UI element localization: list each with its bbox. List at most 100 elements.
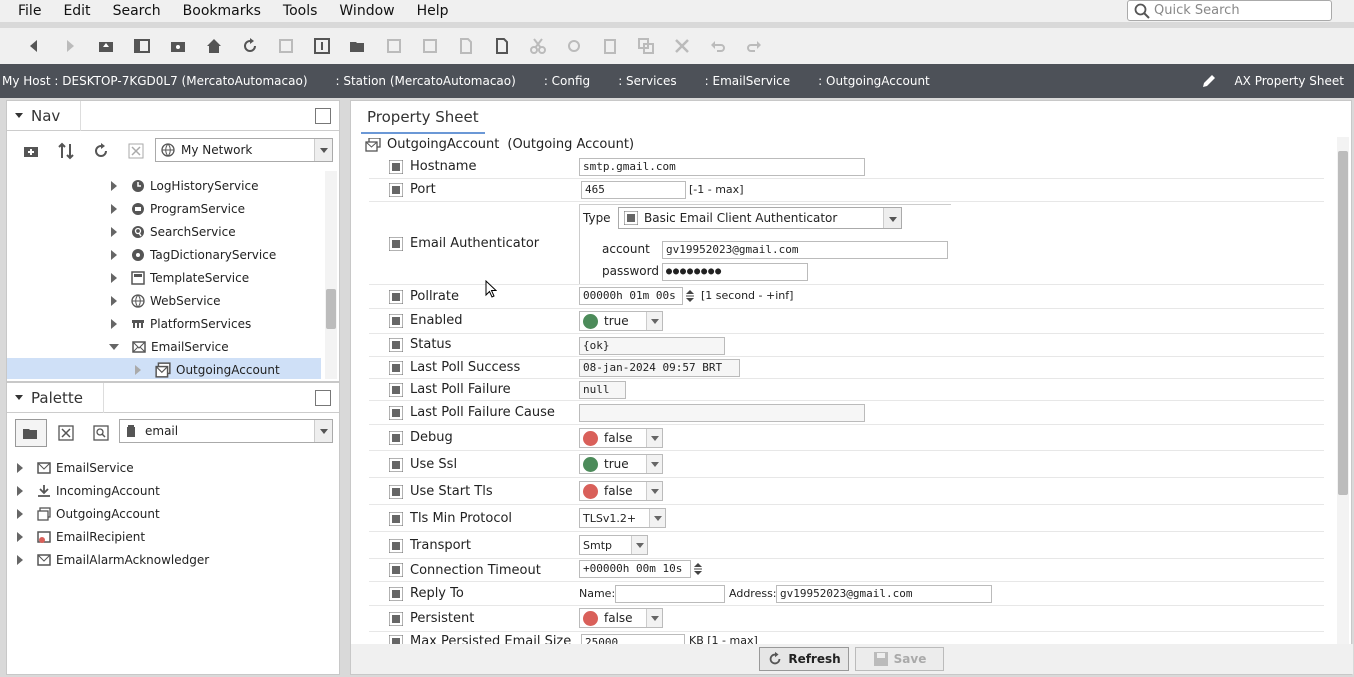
expand-arrow-icon[interactable] [135, 365, 141, 375]
open-palette-button[interactable] [15, 419, 47, 447]
breadcrumb-host[interactable]: My Host : DESKTOP-7KGD0L7 (MercatoAutoma… [0, 74, 308, 88]
tree-item-webservice[interactable]: WebService [111, 290, 221, 312]
palette-module-select[interactable]: email [119, 419, 333, 443]
expand-arrow-icon[interactable] [111, 181, 117, 191]
menu-help[interactable]: Help [406, 0, 460, 22]
new-folder-button[interactable] [15, 137, 47, 165]
info-button[interactable] [304, 31, 340, 61]
debug-select[interactable]: false [579, 428, 663, 448]
new-document-button[interactable] [484, 31, 520, 61]
close-palette-button[interactable] [50, 419, 82, 447]
menu-window[interactable]: Window [328, 0, 405, 22]
spinner-icon[interactable] [685, 289, 695, 303]
tls-min-protocol-select[interactable]: TLSv1.2+ [579, 508, 666, 528]
tree-item-programservice[interactable]: ProgramService [111, 198, 245, 220]
property-sheet-scrollbar[interactable] [1337, 137, 1349, 644]
delete-button[interactable] [664, 31, 700, 61]
expand-arrow-icon[interactable] [17, 532, 23, 542]
copy-button[interactable] [556, 31, 592, 61]
back-button[interactable] [16, 31, 52, 61]
use-ssl-select[interactable]: true [579, 454, 663, 474]
nav-scroll-thumb[interactable] [326, 289, 336, 329]
redo-button[interactable] [736, 31, 772, 61]
view-selector[interactable]: AX Property Sheet [1200, 64, 1344, 98]
palette-item-emailservice[interactable]: EmailService [17, 457, 134, 479]
sort-button[interactable] [50, 137, 82, 165]
tree-item-platformservices[interactable]: PlatformServices [111, 313, 251, 335]
breadcrumb-services[interactable]: : Services [590, 74, 676, 88]
use-start-tls-select[interactable]: false [579, 481, 663, 501]
palette-item-outgoingaccount[interactable]: OutgoingAccount [17, 503, 160, 525]
property-scroll-thumb[interactable] [1338, 151, 1348, 495]
tree-item-searchservice[interactable]: SearchService [111, 221, 236, 243]
expand-arrow-icon[interactable] [17, 463, 23, 473]
menu-bookmarks[interactable]: Bookmarks [172, 0, 272, 22]
port-input[interactable]: 465 [581, 181, 686, 199]
quick-search-input[interactable]: Quick Search [1127, 0, 1332, 21]
breadcrumb-emailservice[interactable]: : EmailService [677, 74, 791, 88]
nav-refresh-button[interactable] [85, 137, 117, 165]
palette-item-incomingaccount[interactable]: IncomingAccount [17, 480, 160, 502]
refresh-toolbar-button[interactable] [232, 31, 268, 61]
save-button[interactable]: Save [855, 647, 944, 671]
nav-close-button[interactable] [120, 137, 152, 165]
account-input[interactable]: gv19952023@gmail.com [662, 241, 948, 259]
pollrate-input[interactable]: 00000h 01m 00s [579, 287, 683, 305]
up-level-button[interactable] [88, 31, 124, 61]
spinner-icon[interactable] [693, 562, 703, 576]
expand-arrow-icon[interactable] [17, 555, 23, 565]
password-input[interactable]: ●●●●●●●● [662, 263, 808, 281]
expand-arrow-icon[interactable] [111, 250, 117, 260]
reply-name-input[interactable] [615, 585, 725, 603]
connection-timeout-input[interactable]: +00000h 00m 10s [579, 560, 691, 578]
paste-button[interactable] [592, 31, 628, 61]
tree-item-tagdictionaryservice[interactable]: TagDictionaryService [111, 244, 276, 266]
tab-property-sheet[interactable]: Property Sheet [361, 101, 485, 134]
home-button[interactable] [196, 31, 232, 61]
refresh-button[interactable]: Refresh [759, 647, 849, 671]
expand-arrow-icon[interactable] [111, 227, 117, 237]
open-button[interactable] [340, 31, 376, 61]
save-all-button[interactable] [412, 31, 448, 61]
console-button[interactable] [160, 31, 196, 61]
transport-select[interactable]: Smtp [579, 535, 648, 555]
maximize-icon[interactable] [315, 108, 331, 124]
expand-arrow-icon[interactable] [17, 486, 23, 496]
tree-item-outgoingaccount[interactable]: OutgoingAccount [135, 359, 280, 379]
maximize-icon[interactable] [315, 390, 331, 406]
enabled-select[interactable]: true [579, 311, 663, 331]
tree-item-templateservice[interactable]: TemplateService [111, 267, 249, 289]
export-button[interactable] [448, 31, 484, 61]
find-palette-button[interactable] [85, 419, 117, 447]
persistent-select[interactable]: false [579, 608, 663, 628]
forward-button[interactable] [52, 31, 88, 61]
tree-item-loghistoryservice[interactable]: LogHistoryService [111, 175, 258, 197]
menu-search[interactable]: Search [102, 0, 172, 22]
menu-edit[interactable]: Edit [52, 0, 101, 22]
breadcrumb-outgoingaccount[interactable]: : OutgoingAccount [790, 74, 930, 88]
palette-item-emailalarmacknowledger[interactable]: EmailAlarmAcknowledger [17, 549, 209, 571]
expand-arrow-icon[interactable] [111, 319, 117, 329]
undo-button[interactable] [700, 31, 736, 61]
palette-item-emailrecipient[interactable]: EmailRecipient [17, 526, 145, 548]
breadcrumb-config[interactable]: : Config [516, 74, 590, 88]
duplicate-button[interactable] [628, 31, 664, 61]
expand-arrow-icon[interactable] [111, 204, 117, 214]
breadcrumb-station[interactable]: : Station (MercatoAutomacao) [308, 74, 516, 88]
side-bar-button[interactable] [124, 31, 160, 61]
cut-button[interactable] [520, 31, 556, 61]
menu-file[interactable]: File [0, 0, 52, 22]
reply-address-input[interactable]: gv19952023@gmail.com [776, 585, 992, 603]
menu-tools[interactable]: Tools [272, 0, 329, 22]
property-root[interactable]: OutgoingAccount (Outgoing Account) [365, 137, 634, 152]
expand-arrow-icon[interactable] [17, 509, 23, 519]
expand-arrow-icon[interactable] [111, 296, 117, 306]
nav-scrollbar[interactable] [325, 171, 337, 379]
expand-arrow-icon[interactable] [111, 273, 117, 283]
save-toolbar-button[interactable] [376, 31, 412, 61]
history-button[interactable] [268, 31, 304, 61]
network-select[interactable]: My Network [155, 138, 333, 162]
collapse-arrow-icon[interactable] [109, 344, 119, 350]
tree-item-emailservice[interactable]: EmailService [109, 336, 229, 358]
hostname-input[interactable]: smtp.gmail.com [579, 158, 865, 176]
